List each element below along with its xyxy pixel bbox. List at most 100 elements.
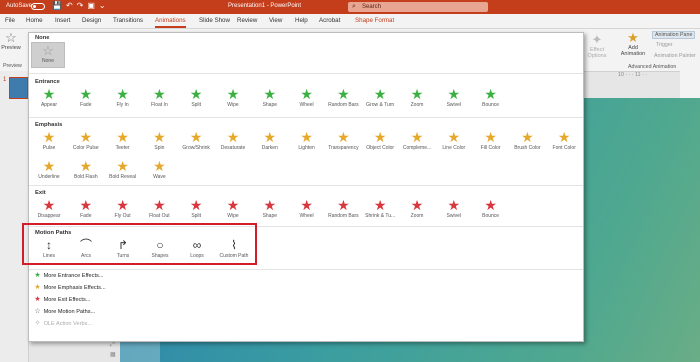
- animation-line-color[interactable]: ★ Line Color: [436, 129, 472, 155]
- star-green-icon: ★: [34, 272, 41, 279]
- tab-design[interactable]: Design: [82, 17, 101, 24]
- animation-loops[interactable]: ∞ Loops: [179, 237, 215, 263]
- star-icon: ★: [226, 86, 240, 102]
- animation-swivel[interactable]: ★ Swivel: [436, 86, 472, 112]
- animation-shrink-tu[interactable]: ★ Shrink & Tu...: [362, 197, 398, 223]
- animation-none[interactable]: ☆ None: [31, 42, 65, 68]
- motion-path-icon: ⌒: [79, 238, 92, 252]
- animation-painter-button[interactable]: Animation Painter: [654, 53, 696, 59]
- star-icon: ★: [484, 197, 497, 213]
- animation-float-out[interactable]: ★ Float Out: [141, 197, 177, 223]
- trigger-button[interactable]: Trigger: [656, 42, 673, 48]
- animation-label: Appear: [40, 102, 58, 108]
- tab-animations[interactable]: Animations: [155, 17, 186, 28]
- animation-underline[interactable]: ★ Underline: [31, 158, 67, 184]
- animation-random-bars[interactable]: ★ Random Bars: [325, 86, 361, 112]
- star-icon: ★: [42, 129, 56, 145]
- animation-spin[interactable]: ★ Spin: [141, 129, 177, 155]
- animation-zoom[interactable]: ★ Zoom: [399, 86, 435, 112]
- tab-slide-show[interactable]: Slide Show: [199, 17, 230, 24]
- tab-shape-format[interactable]: Shape Format: [355, 17, 394, 24]
- animation-arcs[interactable]: ⌒ Arcs: [68, 237, 104, 263]
- layout-icon[interactable]: ▦: [110, 350, 122, 360]
- animation-transparency[interactable]: ★ Transparency: [325, 129, 361, 155]
- tab-transitions[interactable]: Transitions: [113, 17, 143, 24]
- animation-shape[interactable]: ★ Shape: [252, 197, 288, 223]
- animation-shape[interactable]: ★ Shape: [252, 86, 288, 112]
- animation-fade[interactable]: ★ Fade: [68, 86, 104, 112]
- animation-shapes[interactable]: ○ Shapes: [142, 237, 178, 263]
- animation-lighten[interactable]: ★ Lighten: [289, 129, 325, 155]
- animation-label: Float Out: [149, 213, 170, 219]
- animation-pane-button[interactable]: Animation Pane: [652, 31, 696, 39]
- animation-zoom[interactable]: ★ Zoom: [399, 197, 435, 223]
- animation-grow-turn[interactable]: ★ Grow & Turn: [362, 86, 398, 112]
- animation-swivel[interactable]: ★ Swivel: [436, 197, 472, 223]
- animation-random-bars[interactable]: ★ Random Bars: [325, 197, 361, 223]
- animation-fly-out[interactable]: ★ Fly Out: [105, 197, 141, 223]
- animation-wave[interactable]: ★ Wave: [141, 158, 177, 184]
- animation-wipe[interactable]: ★ Wipe: [215, 86, 251, 112]
- animation-label: Swivel: [446, 102, 462, 108]
- animation-wheel[interactable]: ★ Wheel: [289, 86, 325, 112]
- tab-file[interactable]: File: [5, 17, 15, 24]
- animation-label: Shape: [262, 102, 278, 108]
- section-motion-paths: Motion Paths ↕ Lines ⌒ Arcs ↱ Turns ○ Shapes ∞ Lo…: [29, 228, 583, 268]
- animation-darken[interactable]: ★ Darken: [252, 129, 288, 155]
- tab-home[interactable]: Home: [26, 17, 43, 24]
- animation-bold-reveal[interactable]: ★ Bold Reveal: [105, 158, 141, 184]
- animation-fade[interactable]: ★ Fade: [68, 197, 104, 223]
- animation-teeter[interactable]: ★ Teeter: [105, 129, 141, 155]
- more-exit-effects[interactable]: ★ More Exit Effects...: [33, 295, 90, 306]
- star-icon: ★: [153, 129, 166, 145]
- more-motion-paths[interactable]: ☆ More Motion Paths...: [33, 307, 95, 318]
- animation-turns[interactable]: ↱ Turns: [105, 237, 141, 263]
- tab-help[interactable]: Help: [295, 17, 308, 24]
- tab-acrobat[interactable]: Acrobat: [319, 17, 340, 24]
- entrance-effects: ★ Appear ★ Fade ★ Fly In ★ Float In ★ Split ★ Wipe ★…: [31, 86, 583, 114]
- quick-access-icons[interactable]: 💾↶↷▣⌄: [52, 1, 110, 10]
- animation-custom-path[interactable]: ⌇ Custom Path: [216, 237, 252, 263]
- animation-compleme[interactable]: ★ Compleme...: [399, 129, 435, 155]
- animation-label: Brush Color: [514, 145, 541, 151]
- animation-object-color[interactable]: ★ Object Color: [362, 129, 398, 155]
- tab-review[interactable]: Review: [237, 17, 257, 24]
- star-icon: ★: [42, 158, 56, 174]
- animation-pulse[interactable]: ★ Pulse: [31, 129, 67, 155]
- tab-view[interactable]: View: [269, 17, 282, 24]
- animation-appear[interactable]: ★ Appear: [31, 86, 67, 112]
- animation-grow-shrink[interactable]: ★ Grow/Shrink: [178, 129, 214, 155]
- animation-wheel[interactable]: ★ Wheel: [289, 197, 325, 223]
- preview-button[interactable]: ☆ Preview: [0, 31, 22, 52]
- animation-split[interactable]: ★ Split: [178, 197, 214, 223]
- animation-fly-in[interactable]: ★ Fly In: [105, 86, 141, 112]
- autosave-toggle[interactable]: [31, 3, 45, 10]
- slide-thumbnail[interactable]: [9, 77, 28, 99]
- add-animation-button[interactable]: ★ Add Animation: [618, 31, 648, 58]
- animation-lines[interactable]: ↕ Lines: [31, 237, 67, 263]
- more-emphasis-effects[interactable]: ★ More Emphasis Effects...: [33, 283, 105, 294]
- animation-bold-flash[interactable]: ★ Bold Flash: [68, 158, 104, 184]
- more-entrance-effects[interactable]: ★ More Entrance Effects...: [33, 271, 103, 282]
- search-box[interactable]: ⌕ Search: [348, 2, 488, 12]
- tab-insert[interactable]: Insert: [55, 17, 70, 24]
- animation-desaturate[interactable]: ★ Desaturate: [215, 129, 251, 155]
- animation-float-in[interactable]: ★ Float In: [141, 86, 177, 112]
- animation-bounce[interactable]: ★ Bounce: [473, 86, 509, 112]
- animation-label: Fill Color: [480, 145, 501, 151]
- animation-font-color[interactable]: ★ Font Color: [546, 129, 582, 155]
- animation-label: Disappear: [37, 213, 61, 219]
- star-icon: ★: [337, 129, 350, 145]
- more-entrance-label: More Entrance Effects...: [43, 273, 104, 279]
- star-icon: ★: [189, 129, 203, 145]
- animation-fill-color[interactable]: ★ Fill Color: [473, 129, 509, 155]
- animation-wipe[interactable]: ★ Wipe: [215, 197, 251, 223]
- effect-options-button[interactable]: ✦ Effect Options: [584, 33, 610, 60]
- add-animation-label: Add Animation: [620, 45, 646, 57]
- animation-disappear[interactable]: ★ Disappear: [31, 197, 67, 223]
- animation-split[interactable]: ★ Split: [178, 86, 214, 112]
- animation-brush-color[interactable]: ★ Brush Color: [509, 129, 545, 155]
- animation-bounce[interactable]: ★ Bounce: [473, 197, 509, 223]
- animation-color-pulse[interactable]: ★ Color Pulse: [68, 129, 104, 155]
- star-icon: ★: [116, 129, 129, 145]
